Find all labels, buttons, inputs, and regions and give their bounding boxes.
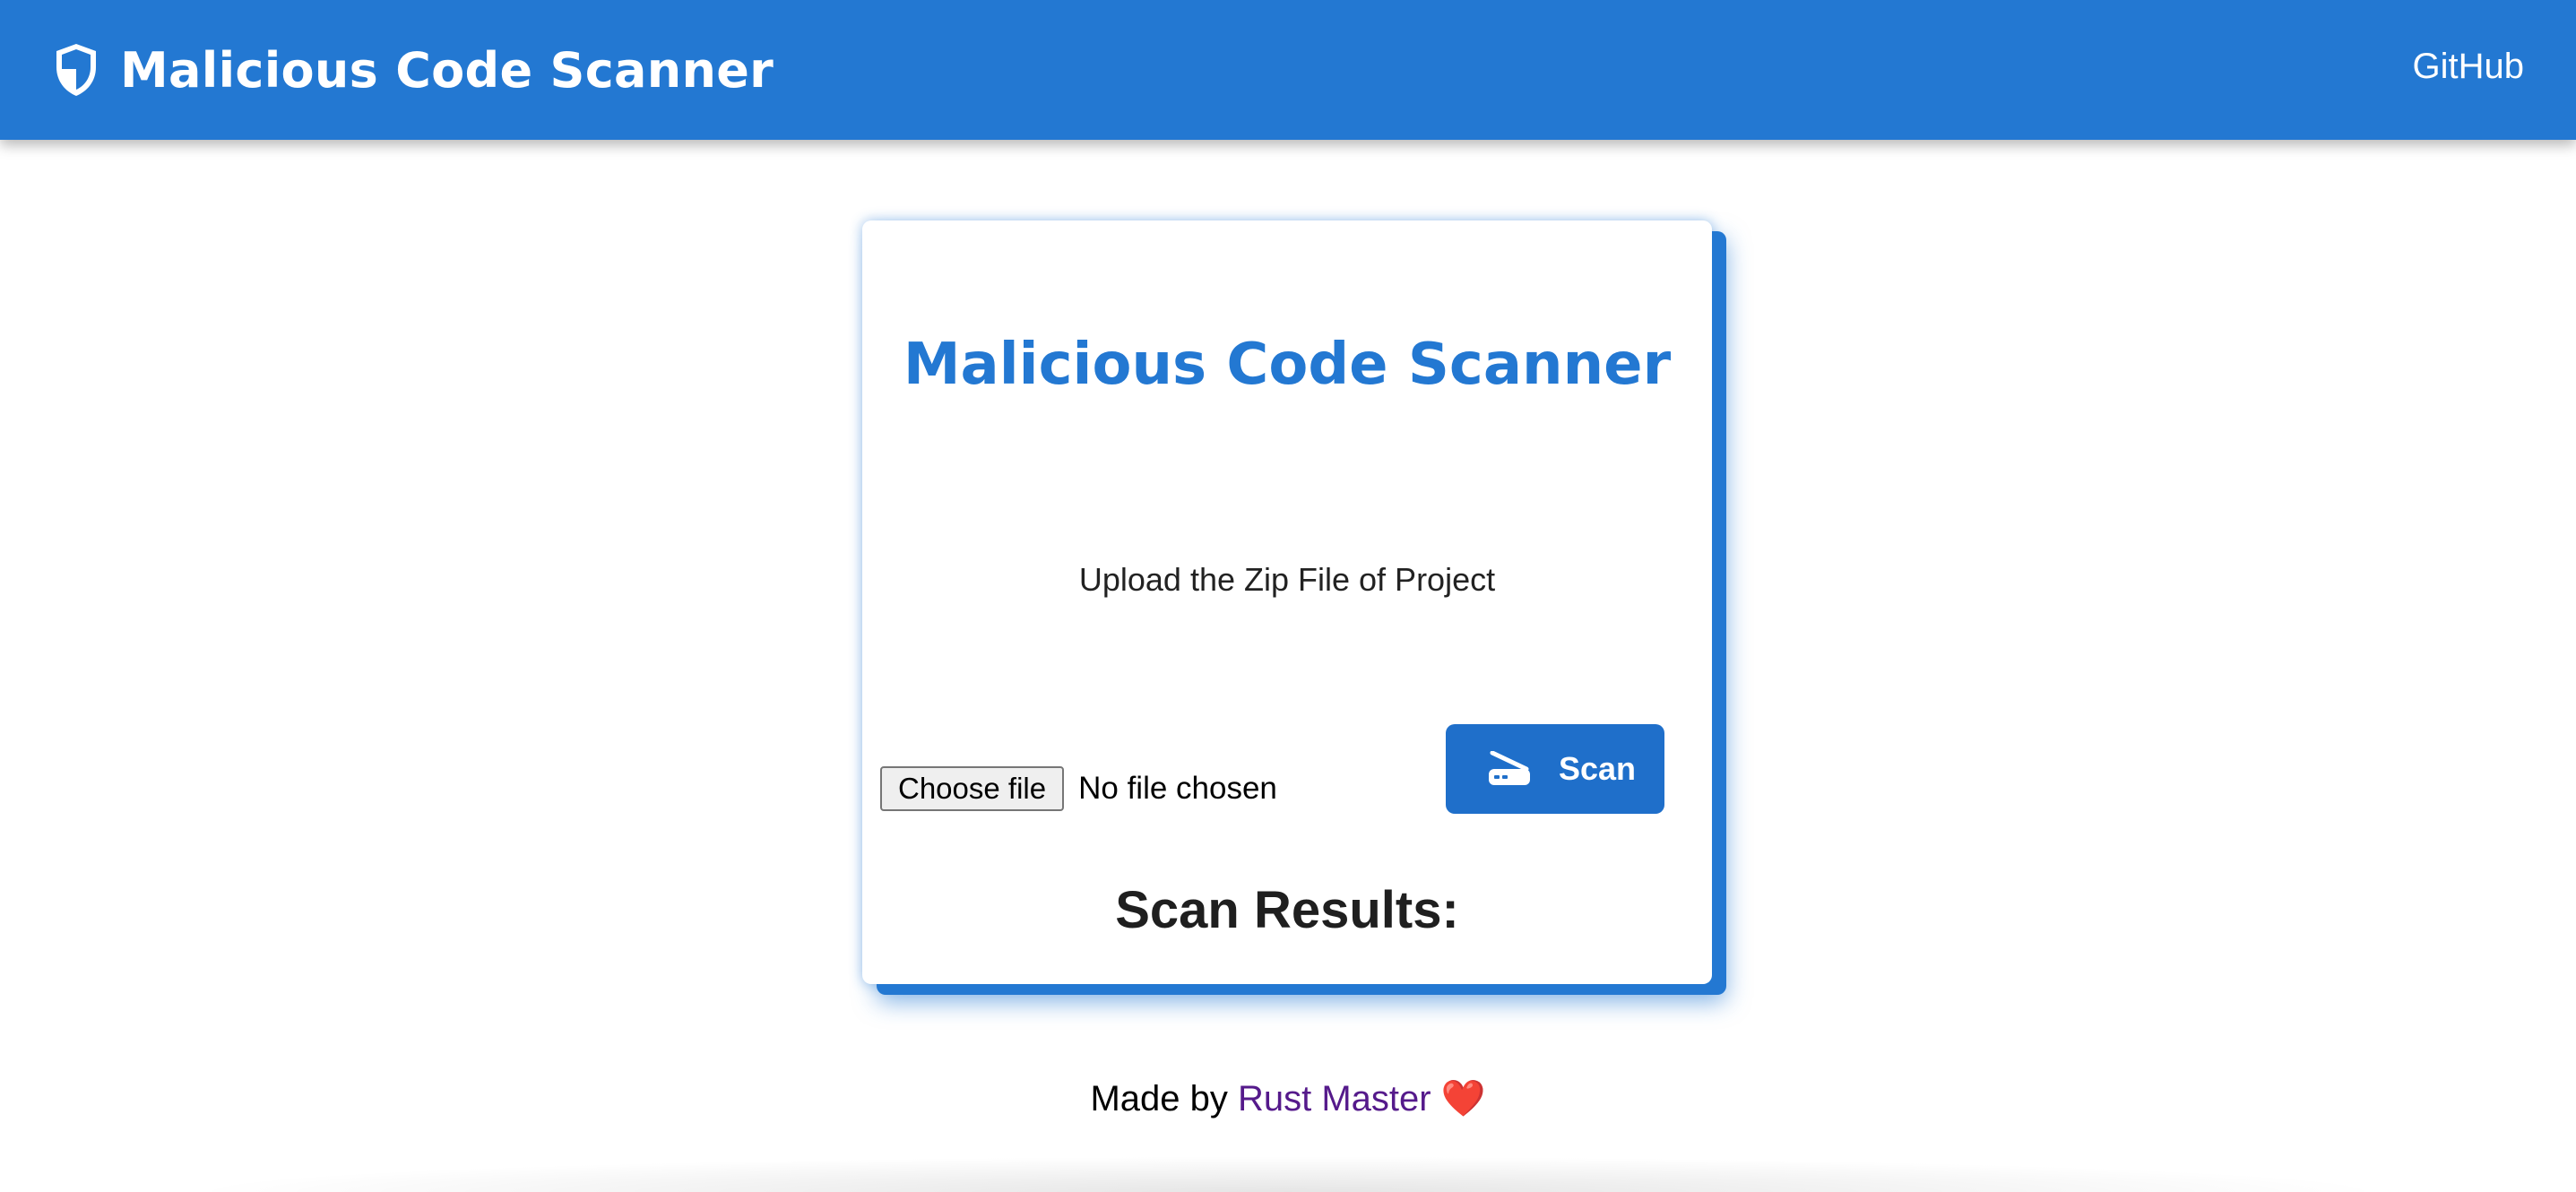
upload-label: Upload the Zip File of Project [1078,561,1496,598]
brand-title: Malicious Code Scanner [120,41,774,99]
scan-results-heading: Scan Results: [1115,881,1459,939]
scanner-card: Malicious Code Scanner Upload the Zip Fi… [862,220,1712,984]
heart-icon: ❤️ [1440,1079,1486,1119]
choose-file-button[interactable]: Choose file [880,766,1065,811]
footer-prefix: Made by [1090,1079,1228,1119]
github-link[interactable]: GitHub [2413,47,2525,87]
file-input[interactable]: Choose file No file chosen [880,764,1277,814]
scan-button-label: Scan [1559,750,1637,787]
scan-button[interactable]: Scan [1446,724,1664,814]
file-status: No file chosen [1078,771,1277,806]
author-link[interactable]: Rust Master [1238,1079,1431,1119]
footer: Made by Rust Master ❤️ [0,1077,2576,1119]
shield-half-icon [56,44,96,96]
navbar: Malicious Code Scanner GitHub [0,0,2576,140]
page-bottom-shadow [179,1156,2397,1192]
scanner-icon [1489,751,1530,785]
card-title: Malicious Code Scanner [903,332,1672,398]
brand[interactable]: Malicious Code Scanner [54,38,774,102]
